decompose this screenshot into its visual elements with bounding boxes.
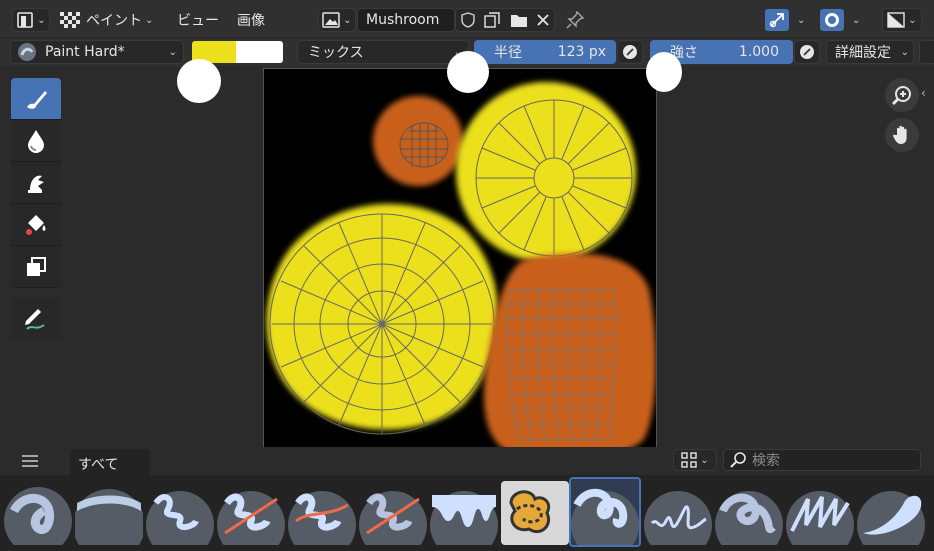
display-mode-dropdown[interactable]: ⌄ [673, 449, 717, 471]
brush-thumb-eraser-textured[interactable] [359, 481, 427, 545]
drop-icon [25, 128, 47, 154]
smear-icon [24, 170, 48, 196]
radius-pressure-toggle[interactable] [617, 40, 643, 64]
brush-thumb-drips[interactable] [430, 481, 498, 545]
marker-dot [646, 52, 682, 92]
overflow-button[interactable] [919, 40, 934, 64]
brush-thumb-airbrush[interactable] [4, 481, 72, 545]
chevron-down-icon: ⌄ [908, 14, 917, 26]
brush-name: Paint Hard* [45, 44, 125, 60]
image-browse-button[interactable]: ⌄ [318, 8, 356, 32]
editor-type-dropdown[interactable]: ⌄ [12, 8, 50, 32]
close-icon[interactable] [537, 14, 549, 26]
chevron-down-icon: ⌄ [168, 46, 177, 58]
radius-value: 123 px [557, 44, 606, 60]
menu-image[interactable]: 画像 [237, 8, 265, 32]
orange-island-small [373, 96, 463, 186]
image-editor: ⌄ ペイント ⌄ ビュー 画像 ⌄ Mushroom ⌄ ⌄ ⌄ Paint H… [0, 0, 934, 551]
chevron-down-icon: ⌄ [852, 14, 861, 26]
uv-texture-canvas[interactable] [263, 68, 657, 463]
yellow-island-top [456, 82, 636, 262]
brush-thumb-paint-blend[interactable] [715, 481, 783, 545]
hamburger-icon[interactable] [18, 451, 42, 471]
grid-icon [681, 452, 697, 468]
image-actions-group [455, 8, 555, 32]
pin-icon[interactable] [563, 8, 587, 32]
brush-icon [23, 86, 49, 112]
zoom-button[interactable] [885, 78, 919, 112]
brush-thumb-paint-textured[interactable] [146, 481, 214, 545]
mode-dropdown[interactable]: ペイント ⌄ [60, 8, 153, 32]
chevron-down-icon: ⌄ [145, 14, 154, 26]
shield-icon[interactable] [461, 12, 475, 28]
chevron-down-icon: ⌄ [900, 46, 909, 58]
menu-view[interactable]: ビュー [177, 8, 219, 32]
pen-pressure-icon [622, 44, 638, 60]
advanced-dropdown[interactable]: 詳細設定 ⌄ [826, 40, 914, 64]
secondary-color-swatch[interactable] [236, 41, 283, 63]
tool-clone[interactable] [11, 246, 61, 288]
brush-thumb-paint-hard[interactable] [569, 477, 641, 547]
image-editor-icon [16, 11, 34, 29]
overlay-icon [820, 9, 844, 31]
gizmo-dropdown[interactable]: ⌄ [763, 8, 811, 32]
display-channels-dropdown[interactable]: ⌄ [882, 8, 922, 32]
duplicate-icon[interactable] [484, 12, 500, 28]
brush-thumb-smear[interactable] [857, 481, 925, 545]
brush-thumb-eraser-hard[interactable] [217, 481, 285, 545]
toolbar [11, 78, 61, 288]
chevron-down-icon: ⌄ [700, 454, 709, 466]
clone-icon [24, 255, 48, 279]
channels-icon [887, 12, 905, 28]
tool-brush[interactable] [11, 78, 61, 120]
image-name-field[interactable]: Mushroom [357, 8, 455, 32]
search-placeholder: 検索 [752, 453, 780, 469]
fill-bucket-icon [23, 212, 49, 238]
marker-dot [177, 59, 221, 103]
tool-smear[interactable] [11, 162, 61, 204]
brush-thumb-paint-hatch[interactable] [786, 481, 854, 545]
chevron-down-icon: ⌄ [797, 14, 806, 26]
brush-thumb-pattern[interactable] [501, 481, 569, 545]
brush-selector[interactable]: Paint Hard* ⌄ [10, 40, 184, 64]
folder-icon[interactable] [510, 13, 528, 28]
tool-fill[interactable] [11, 204, 61, 246]
radius-field[interactable]: 半径 123 px [474, 40, 616, 64]
brush-preview-icon [17, 42, 37, 62]
pan-button[interactable] [885, 118, 919, 152]
overlay-dropdown[interactable]: ⌄ [818, 8, 866, 32]
hand-icon [891, 124, 913, 146]
brush-thumb-squiggle[interactable] [644, 481, 712, 545]
editor-header: ⌄ ペイント ⌄ ビュー 画像 ⌄ Mushroom ⌄ ⌄ ⌄ [0, 0, 934, 38]
asset-shelf-header: すべて ⌄ 検索 [0, 447, 934, 475]
chevron-down-icon: ⌄ [37, 14, 46, 26]
strength-value: 1.000 [738, 44, 779, 60]
shelf-tab-all[interactable]: すべて [70, 449, 150, 475]
search-field[interactable]: 検索 [723, 449, 921, 471]
sidebar-toggle-icon[interactable]: ‹ [921, 86, 926, 100]
strength-pressure-toggle[interactable] [794, 40, 820, 64]
marker-dot [447, 51, 489, 93]
pencil-icon [22, 305, 50, 333]
texture-image [266, 82, 656, 459]
search-icon [730, 452, 746, 468]
annotate-tool-group [11, 298, 61, 340]
pen-pressure-icon [799, 44, 815, 60]
checker-icon [60, 12, 80, 28]
blend-mode-dropdown[interactable]: ミックス ⌄ [297, 40, 469, 64]
chevron-down-icon: ⌄ [343, 14, 352, 26]
tool-blur[interactable] [11, 120, 61, 162]
zoom-in-icon [891, 84, 913, 106]
gizmo-icon [765, 9, 789, 31]
brush-thumb-paint-soft[interactable] [75, 481, 143, 545]
tool-annotate[interactable] [11, 298, 61, 340]
radius-label: 半径 [494, 45, 522, 61]
advanced-label: 詳細設定 [835, 45, 891, 61]
brush-thumb-eraser-soft[interactable] [288, 481, 356, 545]
blend-mode-value: ミックス [308, 45, 364, 61]
image-icon [322, 12, 341, 28]
mode-label: ペイント [86, 13, 142, 29]
